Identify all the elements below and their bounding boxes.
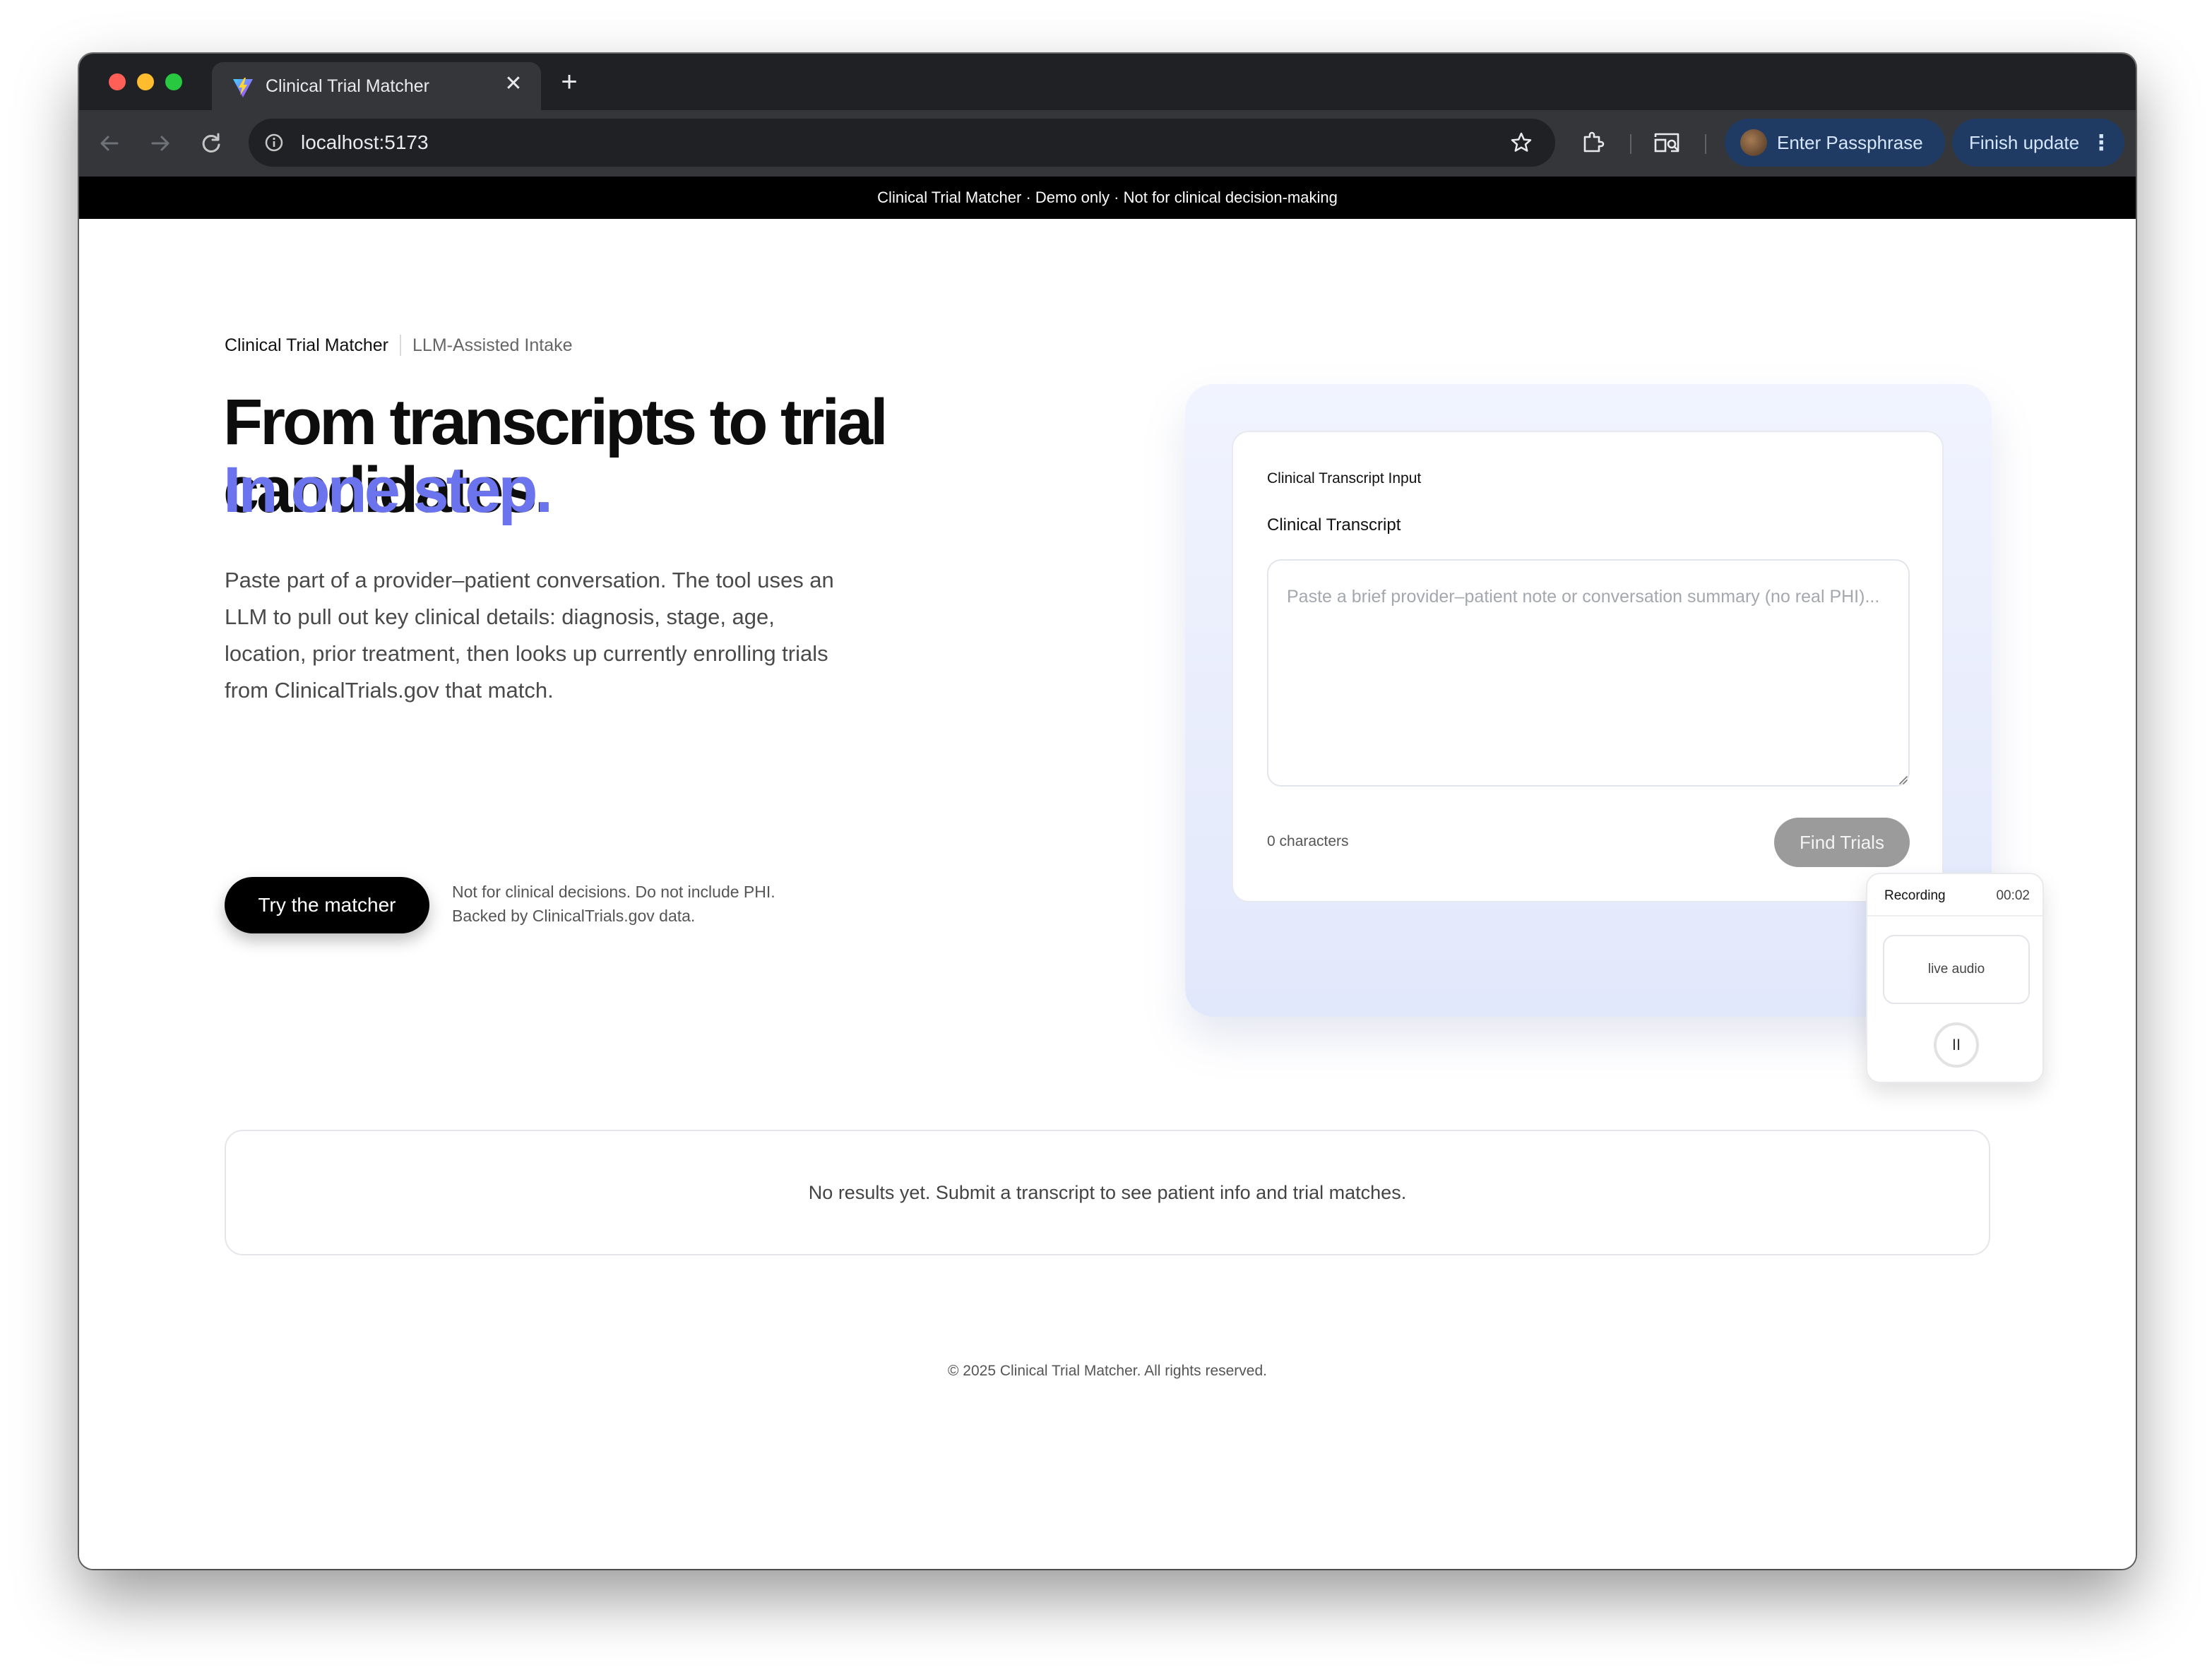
card-title: Clinical Transcript Input <box>1267 470 1422 486</box>
tab-close-icon[interactable]: ✕ <box>501 72 525 96</box>
address-bar[interactable]: localhost:5173 <box>249 119 1555 167</box>
url-text[interactable]: localhost:5173 <box>301 131 429 154</box>
tab-clinical-trial-matcher[interactable]: Clinical Trial Matcher ✕ <box>212 62 541 110</box>
find-trials-button[interactable]: Find Trials <box>1774 818 1910 867</box>
reload-icon[interactable] <box>195 127 227 160</box>
menu-dots-icon[interactable]: ⋮ <box>2091 131 2112 155</box>
recording-header: Recording 00:02 <box>1867 874 2042 916</box>
forward-arrow-icon[interactable] <box>144 127 177 160</box>
transcript-textarea[interactable] <box>1267 559 1910 787</box>
toolbar-divider <box>1705 134 1706 154</box>
recording-title: Recording <box>1884 888 1946 903</box>
recording-timer: 00:02 <box>1996 888 2030 903</box>
new-tab-icon[interactable]: + <box>554 66 585 97</box>
resize-handle-icon[interactable] <box>1897 774 1908 785</box>
brand-name: Clinical Trial Matcher <box>225 335 389 355</box>
cta-disclaimer-line: Backed by ClinicalTrials.gov data. <box>452 907 696 925</box>
page-viewport: Clinical Trial Matcher · Demo only · Not… <box>79 177 2136 1569</box>
transcript-input-card: Clinical Transcript Input Clinical Trans… <box>1232 431 1944 902</box>
browser-toolbar: localhost:5173 Enter Passphrase Finish u… <box>79 110 2136 177</box>
brand-divider <box>400 335 402 356</box>
cta-disclaimer: Not for clinical decisions. Do not inclu… <box>452 880 848 928</box>
profile-button[interactable]: Enter Passphrase <box>1725 119 1945 167</box>
brand-row: Clinical Trial Matcher LLM-Assisted Inta… <box>225 335 573 356</box>
minimize-window-button[interactable] <box>137 73 154 90</box>
zoom-window-button[interactable] <box>165 73 182 90</box>
hero-description: Paste part of a provider–patient convers… <box>225 568 834 703</box>
toolbar-divider <box>1630 134 1631 154</box>
recording-widget: Recording 00:02 live audio II <box>1866 873 2044 1083</box>
footer-copyright: © 2025 Clinical Trial Matcher. All right… <box>948 1363 1267 1379</box>
back-arrow-icon[interactable] <box>93 127 126 160</box>
hero-headline-accent: In one step. <box>223 454 553 526</box>
info-icon[interactable] <box>264 133 284 153</box>
live-audio-box: live audio <box>1883 935 2030 1004</box>
pause-recording-button[interactable]: II <box>1934 1022 1979 1068</box>
tab-strip: Clinical Trial Matcher ✕ + <box>79 54 2136 110</box>
try-matcher-button[interactable]: Try the matcher <box>225 877 429 933</box>
browser-window: Clinical Trial Matcher ✕ + localhost:517… <box>79 54 2136 1569</box>
tab-title: Clinical Trial Matcher <box>266 76 430 96</box>
avatar <box>1740 129 1767 156</box>
results-empty-state: No results yet. Submit a transcript to s… <box>225 1130 1990 1255</box>
cast-search-icon[interactable] <box>1653 130 1682 158</box>
close-window-button[interactable] <box>109 73 126 90</box>
extensions-icon[interactable] <box>1579 129 1607 157</box>
demo-banner: Clinical Trial Matcher · Demo only · Not… <box>79 177 2136 219</box>
star-icon[interactable] <box>1509 130 1534 155</box>
profile-label: Enter Passphrase <box>1777 131 1923 153</box>
update-label: Finish update <box>1969 131 2080 153</box>
cta-disclaimer-line: Not for clinical decisions. Do not inclu… <box>452 883 775 901</box>
character-count: 0 characters <box>1267 833 1349 849</box>
vite-favicon-icon <box>233 78 253 97</box>
transcript-field-label: Clinical Transcript <box>1267 515 1401 535</box>
finish-update-button[interactable]: Finish update ⋮ <box>1952 119 2124 167</box>
brand-subtitle: LLM-Assisted Intake <box>412 335 573 355</box>
